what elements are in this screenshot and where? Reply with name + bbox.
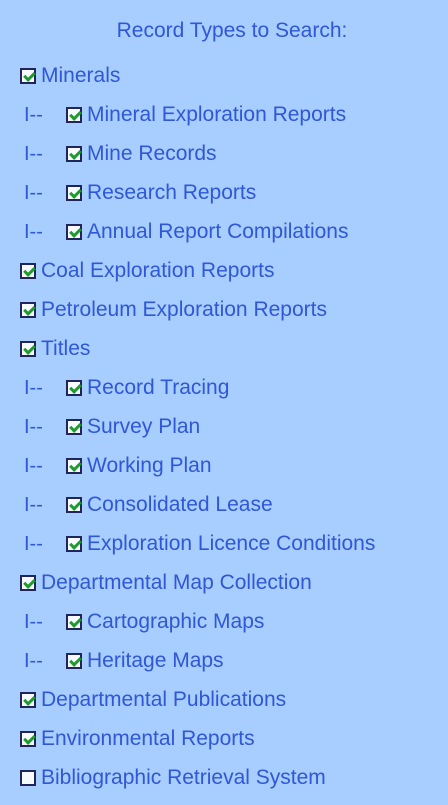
label-record-tracing[interactable]: Record Tracing	[87, 377, 229, 398]
label-consolidated-lease[interactable]: Consolidated Lease	[87, 494, 273, 515]
checkbox-minerals[interactable]	[20, 67, 36, 84]
record-type-row-environmental-reports[interactable]: Environmental Reports	[0, 719, 448, 758]
record-type-row-working-plan[interactable]: I-- Working Plan	[0, 446, 448, 485]
record-type-row-consolidated-lease[interactable]: I-- Consolidated Lease	[0, 485, 448, 524]
record-type-row-departmental-map-collection[interactable]: Departmental Map Collection	[0, 563, 448, 602]
label-working-plan[interactable]: Working Plan	[87, 455, 212, 476]
label-mineral-exploration-reports[interactable]: Mineral Exploration Reports	[87, 104, 346, 125]
checkbox-environmental-reports[interactable]	[20, 730, 36, 747]
record-type-row-coal-exploration-reports[interactable]: Coal Exploration Reports	[0, 251, 448, 290]
label-mine-records[interactable]: Mine Records	[87, 143, 217, 164]
label-research-reports[interactable]: Research Reports	[87, 182, 256, 203]
record-type-row-petroleum-exploration-reports[interactable]: Petroleum Exploration Reports	[0, 290, 448, 329]
checkbox-heritage-maps[interactable]	[66, 652, 82, 669]
tree-branch-icon: I--	[24, 103, 43, 126]
tree-branch-icon: I--	[24, 415, 43, 438]
tree-branch-icon: I--	[24, 142, 43, 165]
record-type-row-survey-plan[interactable]: I-- Survey Plan	[0, 407, 448, 446]
record-type-row-bibliographic-retrieval-system[interactable]: Bibliographic Retrieval System	[0, 758, 448, 797]
label-departmental-publications[interactable]: Departmental Publications	[41, 689, 286, 710]
record-type-row-titles[interactable]: Titles	[0, 329, 448, 368]
record-type-row-mine-records[interactable]: I-- Mine Records	[0, 134, 448, 173]
label-bibliographic-retrieval-system[interactable]: Bibliographic Retrieval System	[41, 767, 326, 788]
label-departmental-map-collection[interactable]: Departmental Map Collection	[41, 572, 312, 593]
record-type-row-departmental-publications[interactable]: Departmental Publications	[0, 680, 448, 719]
record-type-row-minerals[interactable]: Minerals	[0, 56, 448, 95]
checkbox-working-plan[interactable]	[66, 457, 82, 474]
checkbox-exploration-licence-conditions[interactable]	[66, 535, 82, 552]
label-coal-exploration-reports[interactable]: Coal Exploration Reports	[41, 260, 274, 281]
tree-branch-icon: I--	[24, 376, 43, 399]
checkbox-annual-report-compilations[interactable]	[66, 223, 82, 240]
record-types-title: Record Types to Search:	[116, 19, 348, 42]
label-minerals[interactable]: Minerals	[41, 65, 120, 86]
record-type-row-heritage-maps[interactable]: I-- Heritage Maps	[0, 641, 448, 680]
label-annual-report-compilations[interactable]: Annual Report Compilations	[87, 221, 348, 242]
label-titles[interactable]: Titles	[41, 338, 90, 359]
checkbox-research-reports[interactable]	[66, 184, 82, 201]
tree-branch-icon: I--	[24, 493, 43, 516]
record-type-row-research-reports[interactable]: I-- Research Reports	[0, 173, 448, 212]
tree-branch-icon: I--	[24, 181, 43, 204]
checkbox-mine-records[interactable]	[66, 145, 82, 162]
tree-branch-icon: I--	[24, 610, 43, 633]
record-type-row-cartographic-maps[interactable]: I-- Cartographic Maps	[0, 602, 448, 641]
checkbox-coal-exploration-reports[interactable]	[20, 262, 36, 279]
checkbox-petroleum-exploration-reports[interactable]	[20, 301, 36, 318]
label-exploration-licence-conditions[interactable]: Exploration Licence Conditions	[87, 533, 375, 554]
checkbox-record-tracing[interactable]	[66, 379, 82, 396]
record-types-list: Minerals I-- Mineral Exploration Reports I-…	[0, 56, 448, 797]
record-types-panel: Record Types to Search: Minerals I-- Miner…	[0, 0, 448, 805]
label-survey-plan[interactable]: Survey Plan	[87, 416, 200, 437]
label-petroleum-exploration-reports[interactable]: Petroleum Exploration Reports	[41, 299, 327, 320]
record-type-row-mineral-exploration-reports[interactable]: I-- Mineral Exploration Reports	[0, 95, 448, 134]
checkbox-cartographic-maps[interactable]	[66, 613, 82, 630]
record-type-row-record-tracing[interactable]: I-- Record Tracing	[0, 368, 448, 407]
checkbox-departmental-publications[interactable]	[20, 691, 36, 708]
record-type-row-annual-report-compilations[interactable]: I-- Annual Report Compilations	[0, 212, 448, 251]
tree-branch-icon: I--	[24, 454, 43, 477]
checkbox-consolidated-lease[interactable]	[66, 496, 82, 513]
tree-branch-icon: I--	[24, 649, 43, 672]
checkbox-bibliographic-retrieval-system[interactable]	[20, 769, 36, 786]
record-type-row-exploration-licence-conditions[interactable]: I-- Exploration Licence Conditions	[0, 524, 448, 563]
checkbox-survey-plan[interactable]	[66, 418, 82, 435]
label-environmental-reports[interactable]: Environmental Reports	[41, 728, 255, 749]
label-heritage-maps[interactable]: Heritage Maps	[87, 650, 224, 671]
tree-branch-icon: I--	[24, 532, 43, 555]
checkbox-departmental-map-collection[interactable]	[20, 574, 36, 591]
checkbox-titles[interactable]	[20, 340, 36, 357]
label-cartographic-maps[interactable]: Cartographic Maps	[87, 611, 264, 632]
tree-branch-icon: I--	[24, 220, 43, 243]
checkbox-mineral-exploration-reports[interactable]	[66, 106, 82, 123]
